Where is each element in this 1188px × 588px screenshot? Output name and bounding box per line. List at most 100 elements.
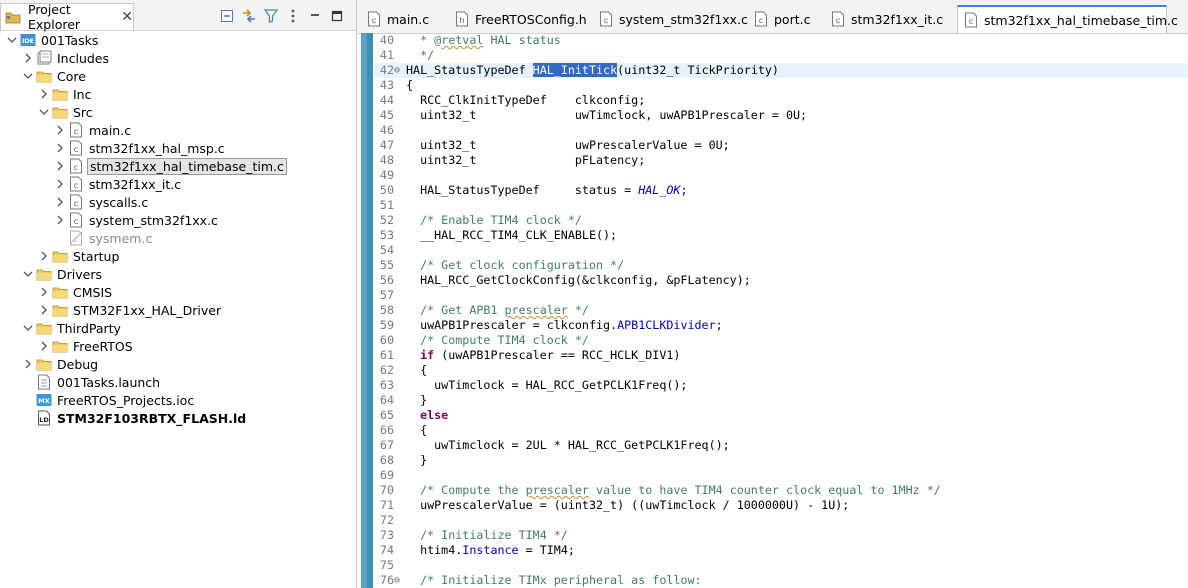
view-menu-icon[interactable] <box>284 8 302 24</box>
code-line[interactable]: 75 <box>374 558 1188 573</box>
code-line[interactable]: 63 uwTimclock = HAL_RCC_GetPCLK1Freq(); <box>374 378 1188 393</box>
tree-item[interactable]: IDE 001Tasks <box>6 31 100 49</box>
tree-item[interactable]: STM32F1xx_HAL_Driver <box>38 301 223 319</box>
code-line[interactable]: 54 <box>374 243 1188 258</box>
code-text: { <box>406 423 427 438</box>
editor-tab[interactable]: cstm32f1xx_hal_timebase_tim.c✕ <box>957 5 1188 33</box>
code-line[interactable]: 60 /* Compute TIM4 clock */ <box>374 333 1188 348</box>
editor-tab[interactable]: c system_stm32f1xx.c <box>595 5 748 33</box>
code-line[interactable]: 61 if (uwAPB1Prescaler == RCC_HCLK_DIV1) <box>374 348 1188 363</box>
tree-item[interactable]: c main.c <box>54 121 133 139</box>
chevron-right-icon[interactable] <box>38 85 50 103</box>
maximize-icon[interactable] <box>328 8 346 24</box>
code-line[interactable]: 74 htim4.Instance = TIM4; <box>374 543 1188 558</box>
tree-item[interactable]: c syscalls.c <box>54 193 150 211</box>
chevron-right-icon[interactable] <box>54 193 66 211</box>
code-line[interactable]: 65 else <box>374 408 1188 423</box>
code-line[interactable]: 41 */ <box>374 48 1188 63</box>
tree-item[interactable]: CMSIS <box>38 283 114 301</box>
filter-icon[interactable] <box>262 8 280 24</box>
code-line[interactable]: 48 uint32_t pFLatency; <box>374 153 1188 168</box>
code-token: uint32_t uwTimclock, uwAPB1Prescaler = 0… <box>406 108 808 122</box>
chevron-right-icon[interactable] <box>38 337 50 355</box>
tree-item[interactable]: 001Tasks.launch <box>22 373 162 391</box>
tree-item[interactable]: c stm32f1xx_hal_msp.c <box>54 139 227 157</box>
code-line[interactable]: 51 <box>374 198 1188 213</box>
code-line[interactable]: 55 /* Get clock configuration */ <box>374 258 1188 273</box>
tree-item[interactable]: Startup <box>38 247 121 265</box>
tree-item[interactable]: c sysmem.c <box>54 229 154 247</box>
code-line[interactable]: 72 <box>374 513 1188 528</box>
tree-item[interactable]: Includes <box>22 49 111 67</box>
code-line[interactable]: 70 /* Compute the prescaler value to hav… <box>374 483 1188 498</box>
chevron-right-icon[interactable] <box>22 355 34 373</box>
tree-item[interactable]: Core <box>22 67 88 85</box>
chevron-right-icon[interactable] <box>38 247 50 265</box>
chevron-down-icon[interactable] <box>22 319 34 337</box>
tab-project-explorer[interactable]: Project Explorer ✕ <box>0 2 134 32</box>
code-line[interactable]: 71 uwPrescalerValue = (uint32_t) ((uwTim… <box>374 498 1188 513</box>
code-line[interactable]: 73 /* Initialize TIM4 */ <box>374 528 1188 543</box>
chevron-right-icon[interactable] <box>54 139 66 157</box>
link-with-editor-icon[interactable] <box>240 8 258 24</box>
chevron-down-icon[interactable] <box>22 67 34 85</box>
code-line[interactable]: 47 uint32_t uwPrescalerValue = 0U; <box>374 138 1188 153</box>
tree-item[interactable]: FreeRTOS <box>38 337 135 355</box>
tree-item[interactable]: Drivers <box>22 265 104 283</box>
tree-item[interactable]: Inc <box>38 85 93 103</box>
editor-tab[interactable]: c stm32f1xx_it.c <box>827 5 947 33</box>
code-line[interactable]: 40 * @retval HAL status <box>374 33 1188 48</box>
code-token: HAL_StatusTypeDef <box>406 63 533 77</box>
chevron-right-icon[interactable] <box>54 211 66 229</box>
code-line[interactable]: 68 } <box>374 453 1188 468</box>
code-line[interactable]: 59 uwAPB1Prescaler = clkconfig.APB1CLKDi… <box>374 318 1188 333</box>
code-token: uwAPB1Prescaler = clkconfig. <box>406 318 618 332</box>
tree-item[interactable]: MX FreeRTOS_Projects.ioc <box>22 391 196 409</box>
code-line[interactable]: 53 __HAL_RCC_TIM4_CLK_ENABLE(); <box>374 228 1188 243</box>
code-line[interactable]: 42 ⊖ HAL_StatusTypeDef HAL_InitTick(uint32… <box>374 63 1188 78</box>
editor-tab[interactable]: c port.c <box>750 5 820 33</box>
tree-item[interactable]: Debug <box>22 355 100 373</box>
line-number: 67 <box>379 438 394 452</box>
code-line[interactable]: 62 { <box>374 363 1188 378</box>
tree-item-label: stm32f1xx_it.c <box>89 176 182 192</box>
code-line[interactable]: 49 <box>374 168 1188 183</box>
tree-item[interactable]: ThirdParty <box>22 319 123 337</box>
code-line[interactable]: 57 <box>374 288 1188 303</box>
code-line[interactable]: 50 HAL_StatusTypeDef status = HAL_OK; <box>374 183 1188 198</box>
chevron-down-icon[interactable] <box>38 103 50 121</box>
code-line[interactable]: 52 /* Enable TIM4 clock */ <box>374 213 1188 228</box>
editor-tab[interactable]: c main.c <box>363 5 447 33</box>
chevron-down-icon[interactable] <box>6 31 18 49</box>
code-line[interactable]: 46 <box>374 123 1188 138</box>
chevron-right-icon[interactable] <box>22 49 34 67</box>
code-line[interactable]: 67 uwTimclock = 2UL * HAL_RCC_GetPCLK1Fr… <box>374 438 1188 453</box>
editor-tab[interactable]: h FreeRTOSConfig.h <box>451 5 591 33</box>
tree-item[interactable]: LD STM32F103RBTX_FLASH.ld <box>22 409 248 427</box>
fold-toggle-icon[interactable]: ⊖ <box>394 63 404 78</box>
chevron-down-icon[interactable] <box>22 265 34 283</box>
close-icon[interactable]: ✕ <box>121 9 133 25</box>
collapse-all-icon[interactable] <box>218 8 236 24</box>
minimize-icon[interactable] <box>306 8 324 24</box>
chevron-right-icon[interactable] <box>38 301 50 319</box>
tree-item[interactable]: c stm32f1xx_it.c <box>54 175 183 193</box>
code-line[interactable]: 43 { <box>374 78 1188 93</box>
code-line[interactable]: 56 HAL_RCC_GetClockConfig(&clkconfig, &p… <box>374 273 1188 288</box>
tree-item[interactable]: c system_stm32f1xx.c <box>54 211 220 229</box>
code-line[interactable]: 76 ⊖ /* Initialize TIMx peripheral as fol… <box>374 573 1188 588</box>
chevron-right-icon[interactable] <box>54 121 66 139</box>
tree-item[interactable]: Src <box>38 103 95 121</box>
code-editor[interactable]: 40 * @retval HAL status 41 */42 ⊖ HAL_Statu… <box>374 33 1188 588</box>
tree-item[interactable]: c stm32f1xx_hal_timebase_tim.c <box>54 157 287 175</box>
code-line[interactable]: 64 } <box>374 393 1188 408</box>
chevron-right-icon[interactable] <box>54 175 66 193</box>
code-line[interactable]: 45 uint32_t uwTimclock, uwAPB1Prescaler … <box>374 108 1188 123</box>
code-line[interactable]: 66 { <box>374 423 1188 438</box>
code-line[interactable]: 69 <box>374 468 1188 483</box>
chevron-right-icon[interactable] <box>38 283 50 301</box>
fold-toggle-icon[interactable]: ⊖ <box>394 573 404 588</box>
chevron-right-icon[interactable] <box>54 157 66 175</box>
code-line[interactable]: 58 /* Get APB1 prescaler */ <box>374 303 1188 318</box>
code-line[interactable]: 44 RCC_ClkInitTypeDef clkconfig; <box>374 93 1188 108</box>
